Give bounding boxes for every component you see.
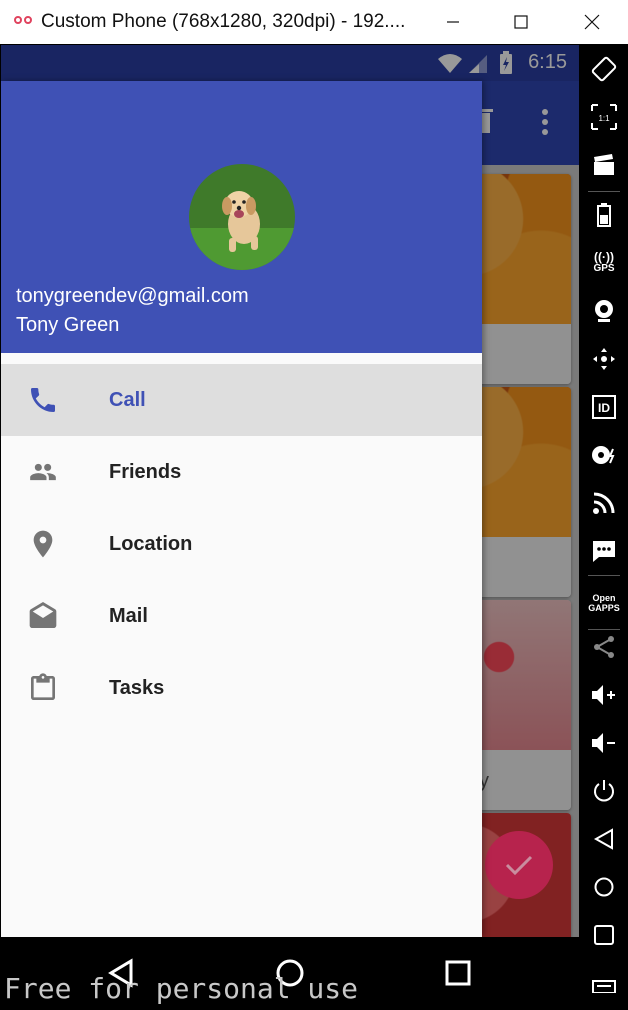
menu-button[interactable] <box>586 967 622 1003</box>
check-icon <box>505 855 533 876</box>
svg-text:ID: ID <box>598 401 610 415</box>
avatar[interactable] <box>189 164 295 270</box>
volume-up-button[interactable] <box>586 677 622 713</box>
phone-icon <box>23 384 63 416</box>
close-button[interactable] <box>563 0 621 44</box>
rotate-button[interactable] <box>586 51 622 87</box>
genymotion-logo-icon <box>14 14 34 28</box>
clapperboard-icon <box>594 154 614 175</box>
rss-icon <box>593 492 615 514</box>
share-button[interactable] <box>586 629 622 665</box>
svg-text:1:1: 1:1 <box>598 114 610 123</box>
disk-io-button[interactable] <box>586 437 622 473</box>
power-icon <box>594 780 614 802</box>
drawer-item-label: Friends <box>109 461 182 483</box>
opengapps-icon: Open GAPPS <box>588 593 620 613</box>
scale-1-1-icon: 1:1 <box>591 104 617 130</box>
webcam-icon <box>595 300 613 322</box>
volume-up-icon <box>592 685 615 705</box>
recents-square-icon <box>445 960 471 986</box>
drawer-item-label: Location <box>109 533 193 555</box>
account-email: tonygreendev@gmail.com <box>16 285 249 307</box>
rotate-icon <box>591 56 617 82</box>
emulator-toolbar: 1:1 ((·)) GPS ID Open GAPPS <box>580 45 628 1010</box>
recent-apps-icon <box>594 925 614 945</box>
drawer-item-label: Call <box>109 389 146 411</box>
drawer-item-call[interactable]: Call <box>1 364 482 436</box>
message-icon <box>593 541 615 562</box>
clipboard-icon <box>23 672 63 704</box>
maximize-icon <box>514 15 528 29</box>
drawer-item-tasks[interactable]: Tasks <box>1 652 482 724</box>
power-button[interactable] <box>586 773 622 809</box>
device-id-button[interactable]: ID <box>586 389 622 425</box>
drawer-item-label: Tasks <box>109 677 165 699</box>
navigation-drawer: tonygreendev@gmail.com Tony Green Call F… <box>1 81 482 937</box>
home-icon <box>594 877 614 897</box>
capture-button[interactable] <box>586 147 622 183</box>
maximize-button[interactable] <box>492 0 550 44</box>
puppy-avatar-image <box>189 164 295 270</box>
drawer-menu: Call Friends Location Mail Tasks <box>1 364 482 724</box>
volume-down-icon <box>592 733 615 753</box>
minimize-icon <box>447 21 459 23</box>
phone-screen: 6:15 y tonygreendev@gmail.com Tony Green… <box>1 45 579 1010</box>
pixel-perfect-button[interactable]: 1:1 <box>586 99 622 135</box>
dpad-icon <box>593 348 615 370</box>
nav-recents-button[interactable] <box>438 953 478 993</box>
minimize-button[interactable] <box>424 0 482 44</box>
webcam-button[interactable] <box>586 293 622 329</box>
window-title: Custom Phone (768x1280, 320dpi) - 192...… <box>41 11 406 32</box>
battery-icon <box>597 203 611 227</box>
opengapps-button[interactable]: Open GAPPS <box>586 585 622 621</box>
location-pin-icon <box>23 528 63 560</box>
disk-icon <box>592 446 615 464</box>
drawer-item-friends[interactable]: Friends <box>1 436 482 508</box>
gps-icon: ((·)) GPS <box>593 250 615 274</box>
open-mail-icon <box>23 600 63 632</box>
people-icon <box>23 456 63 488</box>
drawer-item-label: Mail <box>109 605 148 627</box>
watermark-text: Free for personal use <box>4 972 359 1005</box>
back-icon <box>593 828 613 850</box>
sms-button[interactable] <box>586 533 622 569</box>
drawer-item-location[interactable]: Location <box>1 508 482 580</box>
gps-button[interactable]: ((·)) GPS <box>586 245 622 281</box>
close-icon <box>584 14 600 30</box>
back-button[interactable] <box>586 821 622 857</box>
confirm-fab[interactable] <box>485 831 553 899</box>
drawer-header: tonygreendev@gmail.com Tony Green <box>1 81 482 353</box>
battery-button[interactable] <box>586 197 622 233</box>
id-card-icon: ID <box>592 395 616 419</box>
menu-icon <box>592 980 616 993</box>
drawer-item-mail[interactable]: Mail <box>1 580 482 652</box>
account-name: Tony Green <box>16 314 120 336</box>
share-icon <box>594 636 614 658</box>
cast-button[interactable] <box>586 485 622 521</box>
home-button[interactable] <box>586 869 622 905</box>
volume-down-button[interactable] <box>586 725 622 761</box>
window-titlebar: Custom Phone (768x1280, 320dpi) - 192...… <box>0 0 628 44</box>
remote-control-button[interactable] <box>586 341 622 377</box>
recent-apps-button[interactable] <box>586 917 622 953</box>
